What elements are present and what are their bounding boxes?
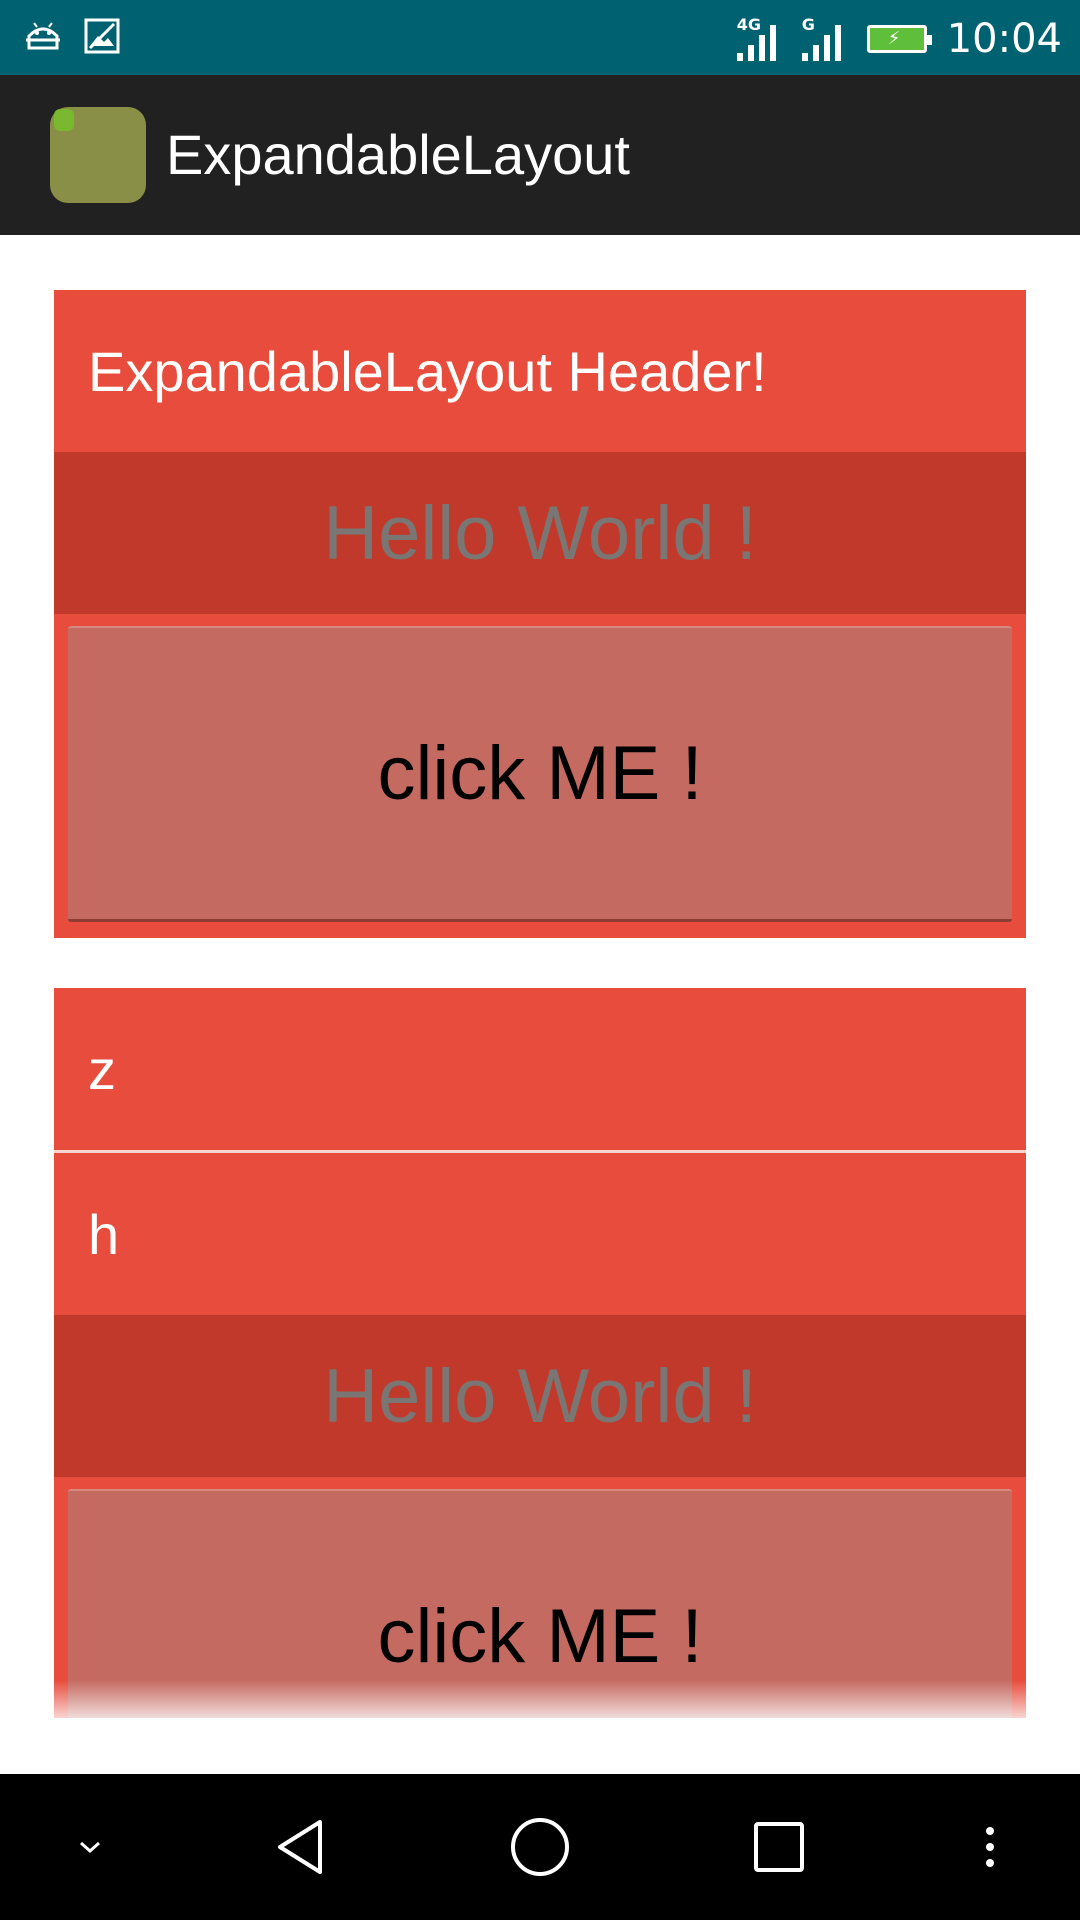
content-text: Hello World ! [323,1353,757,1439]
header-label: h [88,1202,120,1266]
signal-icon-2: G [801,15,841,61]
content-row: Hello World ! [54,1315,1026,1477]
button-label: click ME ! [377,731,703,816]
header-label: z [88,1037,116,1101]
scroll-fade-edge [54,1680,1026,1730]
header-label: ExpandableLayout Header! [88,339,767,403]
back-icon[interactable] [250,1774,350,1920]
home-icon[interactable] [490,1774,590,1920]
app-launcher-icon [50,107,146,203]
network-type-label-2: G [801,15,815,34]
content-row: Hello World ! [54,452,1026,614]
recents-icon[interactable] [729,1774,829,1920]
network-type-label: 4G [736,15,761,34]
android-debug-icon [24,18,62,58]
navigation-bar [0,1774,1080,1920]
action-bar: ExpandableLayout [0,75,1080,235]
more-vert-icon[interactable] [960,1774,1020,1920]
image-icon [84,18,120,58]
expandable-header-h[interactable]: h [54,1153,1026,1315]
button-label: click ME ! [377,1594,703,1679]
battery-charging-icon: ⚡ [866,25,932,53]
signal-icon: 4G [736,15,776,61]
content-text: Hello World ! [323,490,757,576]
app-title: ExpandableLayout [166,123,630,186]
expandable-layout-list-card: z h Hello World ! click ME ! [54,988,1026,1718]
expandable-header-z[interactable]: z [54,988,1026,1150]
clock: 10:04 [946,16,1062,62]
status-bar: 4G G ⚡ 10:04 [0,0,1080,75]
expandable-layout-card: ExpandableLayout Header! Hello World ! c… [54,290,1026,938]
expandable-header[interactable]: ExpandableLayout Header! [54,290,1026,452]
click-me-button[interactable]: click ME ! [68,626,1012,922]
chevron-down-icon[interactable] [50,1774,130,1920]
